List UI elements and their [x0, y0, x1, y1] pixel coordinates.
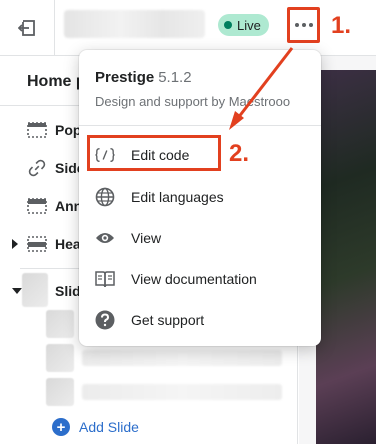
step-two-label: 2.: [229, 140, 250, 167]
step-one-label: 1.: [331, 12, 352, 39]
annotation-arrow: [229, 47, 294, 130]
